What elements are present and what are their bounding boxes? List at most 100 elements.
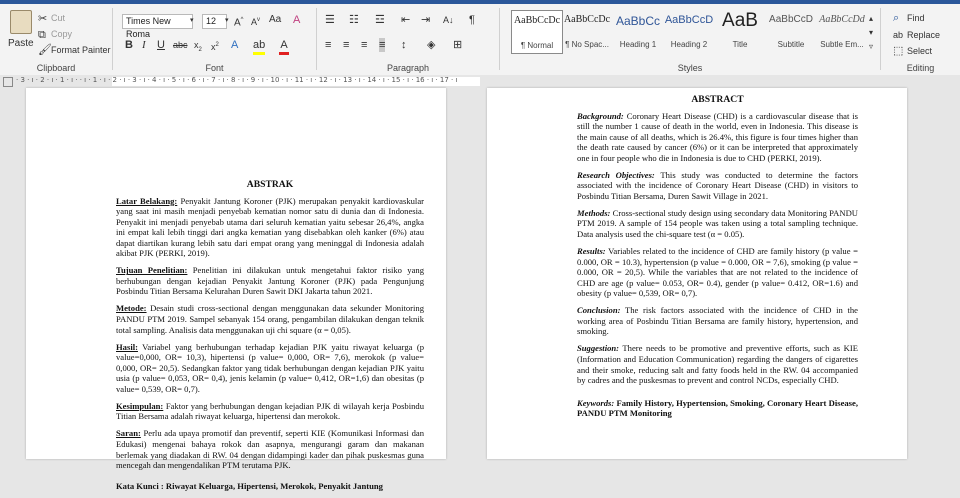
style-name: Heading 1 bbox=[619, 40, 657, 49]
borders-icon[interactable]: ⊞ bbox=[453, 38, 462, 52]
paragraph-keywords: Keywords: Family History, Hypertension, … bbox=[577, 398, 858, 419]
paragraph-group-label: Paragraph bbox=[386, 63, 430, 73]
style-name: Subtle Em... bbox=[820, 40, 864, 49]
shading-icon[interactable]: ◈ bbox=[427, 38, 435, 52]
select-button[interactable]: Select bbox=[907, 46, 932, 56]
paste-icon[interactable] bbox=[10, 10, 32, 34]
paragraph-saran: Saran: Perlu ada upaya promotif dan prev… bbox=[116, 428, 424, 470]
editing-group-label: Editing bbox=[906, 63, 935, 73]
paragraph-text: Perlu ada upaya promotif dan preventif, … bbox=[116, 428, 424, 471]
paragraph-hasil: Hasil: Variabel yang berhubungan terhada… bbox=[116, 342, 424, 395]
align-right-icon[interactable]: ≡ bbox=[361, 38, 367, 52]
clear-formatting-icon[interactable]: A bbox=[293, 13, 300, 27]
paragraph-label: Suggestion: bbox=[577, 343, 620, 354]
subscript-icon[interactable]: x2 bbox=[194, 38, 202, 57]
paragraph-latar-belakang: Latar Belakang: Penyakit Jantung Koroner… bbox=[116, 196, 424, 259]
font-size-box[interactable]: 12 bbox=[202, 14, 227, 29]
font-color-icon[interactable]: A bbox=[279, 38, 289, 55]
ruler-ticks: · 3 · ı · 2 · ı · 1 · ı · · ı · 1 · ı · … bbox=[16, 76, 458, 84]
sort-icon[interactable]: A↓ bbox=[443, 13, 454, 27]
paragraph-text: There needs to be promotive and preventi… bbox=[577, 343, 858, 386]
multilevel-list-icon[interactable]: ☲ bbox=[375, 13, 385, 27]
horizontal-ruler[interactable]: · 3 · ı · 2 · ı · 1 · ı · · ı · 1 · ı · … bbox=[0, 75, 960, 88]
style-name: Subtitle bbox=[777, 40, 805, 49]
replace-icon: ab bbox=[893, 30, 904, 40]
style-name: ¶ Normal bbox=[520, 41, 554, 50]
numbering-icon[interactable]: ☷ bbox=[349, 13, 359, 27]
style-preview: AaB bbox=[722, 10, 758, 31]
align-left-icon[interactable]: ≡ bbox=[325, 38, 331, 52]
paragraph-conclusion: Conclusion: The risk factors associated … bbox=[577, 305, 858, 337]
paragraph-suggestion: Suggestion: There needs to be promotive … bbox=[577, 343, 858, 385]
replace-button[interactable]: Replace bbox=[907, 30, 940, 40]
find-button[interactable]: Find bbox=[907, 13, 925, 23]
abstract-english: ABSTRACT Background: Coronary Heart Dise… bbox=[577, 94, 858, 425]
line-spacing-icon[interactable]: ↕ bbox=[401, 38, 407, 52]
font-group: Times New Roma ▾ 12 ▾ A^ Av Aa A B I U a… bbox=[113, 4, 316, 75]
bold-icon[interactable]: B bbox=[125, 38, 133, 52]
style-name: Heading 2 bbox=[670, 40, 708, 49]
italic-icon[interactable]: I bbox=[142, 38, 146, 52]
font-size-dropdown-icon[interactable]: ▾ bbox=[225, 14, 229, 28]
align-center-icon[interactable]: ≡ bbox=[343, 38, 349, 52]
style-name: ¶ No Spac... bbox=[565, 40, 609, 49]
increase-indent-icon[interactable]: ⇥ bbox=[421, 13, 430, 27]
paragraph-label: Methods: bbox=[577, 207, 611, 218]
superscript-icon[interactable]: x2 bbox=[211, 38, 219, 54]
style-preview: AaBbCcDc bbox=[563, 14, 611, 25]
style-normal[interactable]: AaBbCcDc ¶ Normal bbox=[511, 10, 563, 54]
font-name-box[interactable]: Times New Roma bbox=[122, 14, 193, 39]
text-effects-icon[interactable]: A bbox=[231, 38, 238, 52]
format-painter-icon: 🖌 bbox=[38, 44, 52, 56]
select-icon: ⬚ bbox=[893, 45, 904, 57]
style-no-spacing[interactable]: AaBbCcDc ¶ No Spac... bbox=[562, 10, 612, 52]
font-name-dropdown-icon[interactable]: ▾ bbox=[190, 14, 194, 28]
document-page-left[interactable]: ABSTRAK Latar Belakang: Penyakit Jantung… bbox=[26, 88, 446, 491]
styles-more-icon[interactable]: ▿ bbox=[869, 40, 873, 54]
grow-font-icon[interactable]: A^ bbox=[234, 13, 244, 30]
format-painter-button[interactable]: Format Painter bbox=[51, 45, 111, 55]
bullets-icon[interactable]: ☰ bbox=[325, 13, 335, 27]
styles-scroll-up-icon[interactable]: ▴ bbox=[869, 12, 873, 26]
tab-selector-icon[interactable] bbox=[3, 77, 13, 87]
strikethrough-icon[interactable]: abc bbox=[173, 38, 188, 52]
paragraph-label: Kata Kunci : bbox=[116, 480, 164, 491]
copy-button[interactable]: Copy bbox=[51, 29, 72, 39]
styles-group-label: Styles bbox=[677, 63, 703, 73]
style-heading-1[interactable]: AaBbCc Heading 1 bbox=[613, 10, 663, 52]
paragraph-label: Conclusion: bbox=[577, 305, 621, 316]
change-case-icon[interactable]: Aa bbox=[269, 13, 281, 27]
paragraph-label: Results: bbox=[577, 246, 606, 257]
styles-scroll-down-icon[interactable]: ▾ bbox=[869, 26, 873, 40]
style-preview: AaBbCcDd bbox=[819, 14, 865, 25]
paragraph-methods: Methods: Cross-sectional study design us… bbox=[577, 208, 858, 240]
style-subtle-emphasis[interactable]: AaBbCcDd Subtle Em... bbox=[817, 10, 867, 52]
paste-button[interactable]: Paste bbox=[8, 38, 34, 49]
paragraph-group: ☰ ☷ ☲ ⇤ ⇥ A↓ ¶ ≡ ≡ ≡ ≡ ↕ ◈ ⊞ Paragraph bbox=[317, 4, 499, 75]
paragraph-metode: Metode: Desain studi cross-sectional den… bbox=[116, 303, 424, 335]
style-preview: AaBbCc bbox=[615, 14, 661, 28]
clipboard-group: Paste ✂ Cut ⧉ Copy 🖌 Format Painter Clip… bbox=[0, 4, 112, 75]
shrink-font-icon[interactable]: Av bbox=[251, 13, 260, 29]
abstract-title: ABSTRAK bbox=[246, 179, 294, 190]
document-page-right[interactable]: ABSTRACT Background: Coronary Heart Dise… bbox=[487, 88, 907, 459]
show-formatting-icon[interactable]: ¶ bbox=[469, 13, 475, 27]
decrease-indent-icon[interactable]: ⇤ bbox=[401, 13, 410, 27]
cut-icon: ✂ bbox=[38, 13, 48, 25]
paragraph-text: Family History, Hypertension, Smoking, C… bbox=[577, 397, 858, 419]
abstract-title: ABSTRACT bbox=[691, 94, 744, 105]
paragraph-kata-kunci: Kata Kunci : Riwayat Keluarga, Hipertens… bbox=[116, 481, 424, 492]
paragraph-text: Variables related to the incidence of CH… bbox=[577, 246, 858, 299]
paragraph-label: Keywords: bbox=[577, 397, 615, 408]
style-preview: AaBbCcDc bbox=[513, 15, 561, 26]
style-title[interactable]: AaB Title bbox=[715, 10, 765, 52]
clipboard-group-label: Clipboard bbox=[36, 63, 76, 73]
styles-group: AaBbCcDc ¶ Normal AaBbCcDc ¶ No Spac... … bbox=[500, 4, 880, 75]
style-subtitle[interactable]: AaBbCcD Subtitle bbox=[766, 10, 816, 52]
paragraph-text: Desain studi cross-sectional dengan meng… bbox=[116, 303, 424, 335]
cut-button[interactable]: Cut bbox=[51, 13, 65, 23]
underline-icon[interactable]: U bbox=[157, 38, 165, 52]
style-heading-2[interactable]: AaBbCcD Heading 2 bbox=[664, 10, 714, 52]
justify-icon[interactable]: ≡ bbox=[379, 38, 386, 52]
highlight-color-icon[interactable]: ab bbox=[253, 38, 265, 55]
